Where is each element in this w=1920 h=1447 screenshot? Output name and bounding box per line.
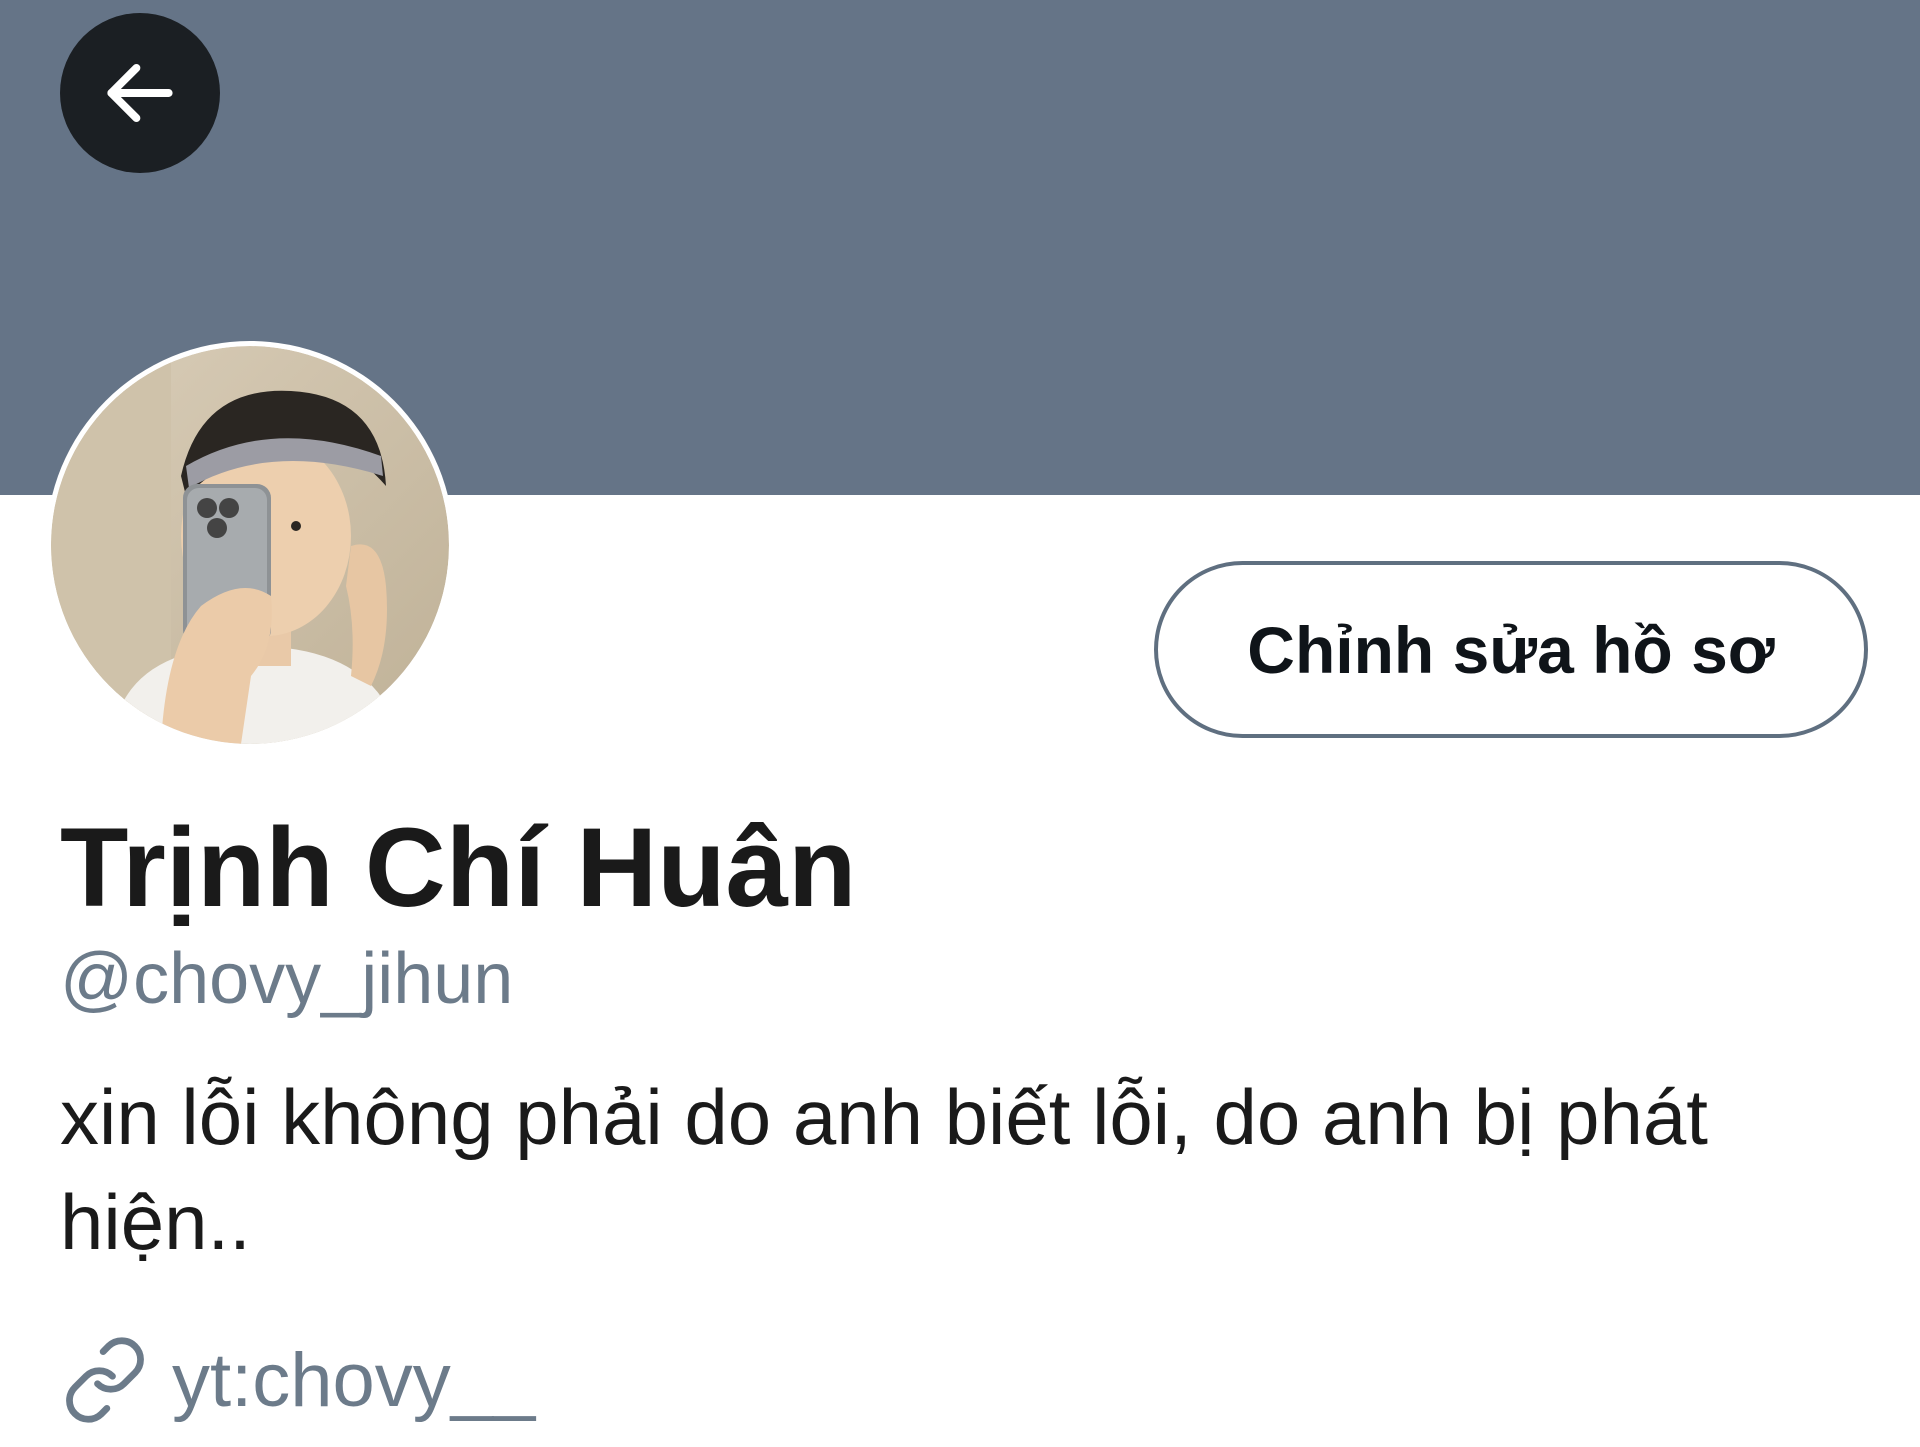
profile-bio: xin lỗi không phải do anh biết lỗi, do a… [60, 1073, 1708, 1266]
arrow-left-icon [107, 63, 173, 123]
link-icon [66, 1337, 144, 1423]
edit-profile-button[interactable]: Chỉnh sửa hồ sơ [1154, 561, 1868, 738]
display-name: Trịnh Chí Huân [60, 805, 857, 930]
username-handle: @chovy_jihun [60, 939, 514, 1019]
back-button[interactable] [60, 13, 220, 173]
avatar[interactable] [46, 341, 454, 749]
profile-link[interactable]: yt:chovy__ [60, 1330, 535, 1430]
avatar-photo [51, 346, 449, 744]
profile-link-text[interactable]: yt:chovy__ [172, 1337, 535, 1424]
